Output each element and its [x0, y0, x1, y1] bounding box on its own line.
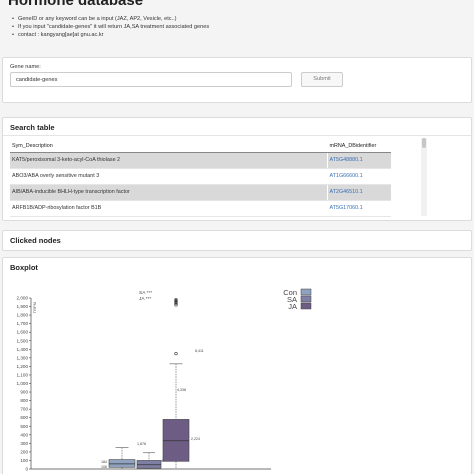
value-annotation: 4,338 [177, 388, 186, 392]
y-tick-label: 700 [20, 407, 28, 412]
row-identifier-link[interactable]: AT5G48880.1 [327, 152, 391, 169]
table-scrollbar[interactable] [421, 138, 427, 216]
legend-swatch-con [300, 288, 312, 296]
clicked-nodes-panel: Clicked nodes [2, 230, 472, 251]
submit-button[interactable]: Submit [301, 72, 343, 87]
y-axis-label: TRPM [32, 302, 37, 313]
significance-label: JA *** [139, 296, 151, 302]
y-tick-label: 600 [20, 415, 28, 420]
boxplot-chart: TRPM 0 100 200 300 400 500 600 700 800 900 1,000 1,1… [17, 288, 312, 472]
y-tick-label: 1,900 [17, 304, 29, 309]
table-row[interactable]: ARFB1B/ADP-ribosylation factor B1B AT5G1… [10, 200, 391, 217]
scrollbar-thumb[interactable] [422, 138, 426, 148]
row-description: ABO3/ABA overly sensitive mutant 3 [10, 168, 328, 185]
value-annotation: 184 [101, 460, 107, 464]
boxplot-panel: Boxplot TRPM 0 100 200 300 400 500 600 700 800 900… [2, 257, 472, 474]
y-tick-label: 1,400 [17, 347, 29, 352]
significance-label: SA *** [139, 290, 152, 296]
y-tick-label: 400 [20, 432, 28, 437]
gene-name-label: Gene name: [10, 64, 41, 70]
y-tick-label: 2,000 [17, 296, 29, 301]
gene-name-input[interactable]: candidate-genes [10, 72, 292, 87]
page-title: Hormone database [8, 0, 144, 9]
info-bullet: contact : kangyang[ae]at gnu.ac.kr [12, 31, 209, 39]
box-con [108, 459, 136, 468]
row-description: ARFB1B/ADP-ribosylation factor B1B [10, 200, 328, 217]
legend-label-ja: JA [288, 302, 297, 311]
box-ja [162, 419, 190, 462]
y-tick-label: 900 [20, 390, 28, 395]
row-identifier-link[interactable]: AT5G17060.1 [327, 200, 391, 217]
y-tick-label: 500 [20, 424, 28, 429]
gene-name-panel: Gene name: candidate-genes Submit [2, 57, 472, 103]
y-tick-label: 200 [20, 449, 28, 454]
value-annotation: 106 [101, 465, 107, 469]
y-tick-label: 1,700 [17, 321, 29, 326]
table-header-row: Sym_Description mRNA_DBidentifier [10, 140, 391, 153]
y-tick-label: 1,200 [17, 364, 29, 369]
value-annotation: 4 [161, 459, 163, 463]
y-tick-label: 1,300 [17, 355, 29, 360]
table-row[interactable]: KAT5/peroxisomal 3-keto-acyl-CoA thiolas… [10, 152, 391, 169]
y-tick-label: 0 [25, 467, 28, 472]
y-tick-label: 800 [20, 398, 28, 403]
value-annotation: 1,876 [137, 442, 146, 446]
search-table-title: Search table [10, 123, 55, 132]
search-table: Sym_Description mRNA_DBidentifier KAT5/p… [10, 140, 391, 217]
column-header-identifier[interactable]: mRNA_DBidentifier [327, 140, 391, 153]
y-tick-label: 1,600 [17, 330, 29, 335]
row-identifier-link[interactable]: AT2G46510.1 [327, 184, 391, 201]
table-row[interactable]: ABO3/ABA overly sensitive mutant 3 AT1G6… [10, 168, 391, 185]
row-description: KAT5/peroxisomal 3-keto-acyl-CoA thiolas… [10, 152, 328, 169]
y-tick-label: 1,800 [17, 313, 29, 318]
y-tick-label: 100 [20, 458, 28, 463]
clicked-nodes-title: Clicked nodes [10, 236, 61, 245]
value-annotation: 8,411 [195, 349, 204, 353]
row-identifier-link[interactable]: AT1G66600.1 [327, 168, 391, 185]
info-bullet: If you input "candidate-genes" it will r… [12, 23, 209, 31]
info-bullet: GeneID or any keyword can be a input (JA… [12, 15, 209, 23]
y-tick-label: 300 [20, 441, 28, 446]
panel-divider [3, 135, 471, 136]
legend-swatch-sa [300, 295, 312, 303]
info-list: GeneID or any keyword can be a input (JA… [12, 15, 209, 39]
box-sa [136, 460, 162, 469]
y-tick-label: 1,100 [17, 372, 29, 377]
value-annotation: 2,224 [191, 437, 200, 441]
y-tick-label: 1,000 [17, 381, 29, 386]
y-tick-label: 1,500 [17, 338, 29, 343]
row-description: AIB/ABA-inducible BHLH-type transcriptio… [10, 184, 328, 201]
legend-swatch-ja [300, 302, 312, 310]
table-row[interactable]: AIB/ABA-inducible BHLH-type transcriptio… [10, 184, 391, 201]
search-table-panel: Search table Sym_Description mRNA_DBiden… [2, 117, 472, 221]
outlier-point [174, 351, 178, 356]
column-header-description[interactable]: Sym_Description [10, 140, 328, 153]
